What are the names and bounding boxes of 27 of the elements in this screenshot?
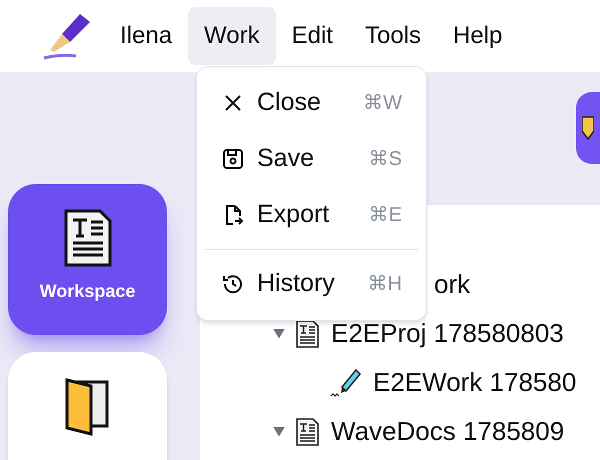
tree-item-label[interactable]: WaveDocs 1785809 <box>331 412 564 451</box>
expand-toggle[interactable] <box>273 426 285 436</box>
shield-icon <box>582 115 594 141</box>
shortcut-label: ⌘S <box>368 147 402 172</box>
sidebar-tile[interactable] <box>8 352 167 460</box>
menu-option[interactable]: Export ⌘E <box>205 187 418 243</box>
option-label: Save <box>257 143 314 174</box>
option-label: History <box>257 268 335 300</box>
menu-option[interactable]: History ⌘H <box>205 256 418 312</box>
tree-item-label[interactable]: E2EWork 178580 <box>373 363 576 402</box>
pen-icon <box>330 366 362 398</box>
menu-item[interactable]: Work <box>188 7 276 65</box>
expand-toggle[interactable] <box>273 328 285 338</box>
menu-option[interactable]: Save ⌘S <box>205 131 418 187</box>
shortcut-label: ⌘W <box>363 91 402 116</box>
document-icon <box>295 416 320 446</box>
clock-arrow-icon <box>221 272 245 296</box>
tree-item-label[interactable]: E2EProj 178580803 <box>331 314 564 353</box>
tile-label: Workspace <box>40 280 136 303</box>
menu-option[interactable]: Close ⌘W <box>205 75 418 131</box>
option-label: Close <box>257 87 321 118</box>
document-icon <box>62 208 112 268</box>
tree-item-label[interactable]: ork <box>434 265 470 304</box>
shortcut-label: ⌘H <box>368 272 402 297</box>
option-label: Export <box>257 199 330 230</box>
shortcut-label: ⌘E <box>368 203 402 228</box>
sidebar-tile[interactable]: Workspace <box>8 184 167 335</box>
